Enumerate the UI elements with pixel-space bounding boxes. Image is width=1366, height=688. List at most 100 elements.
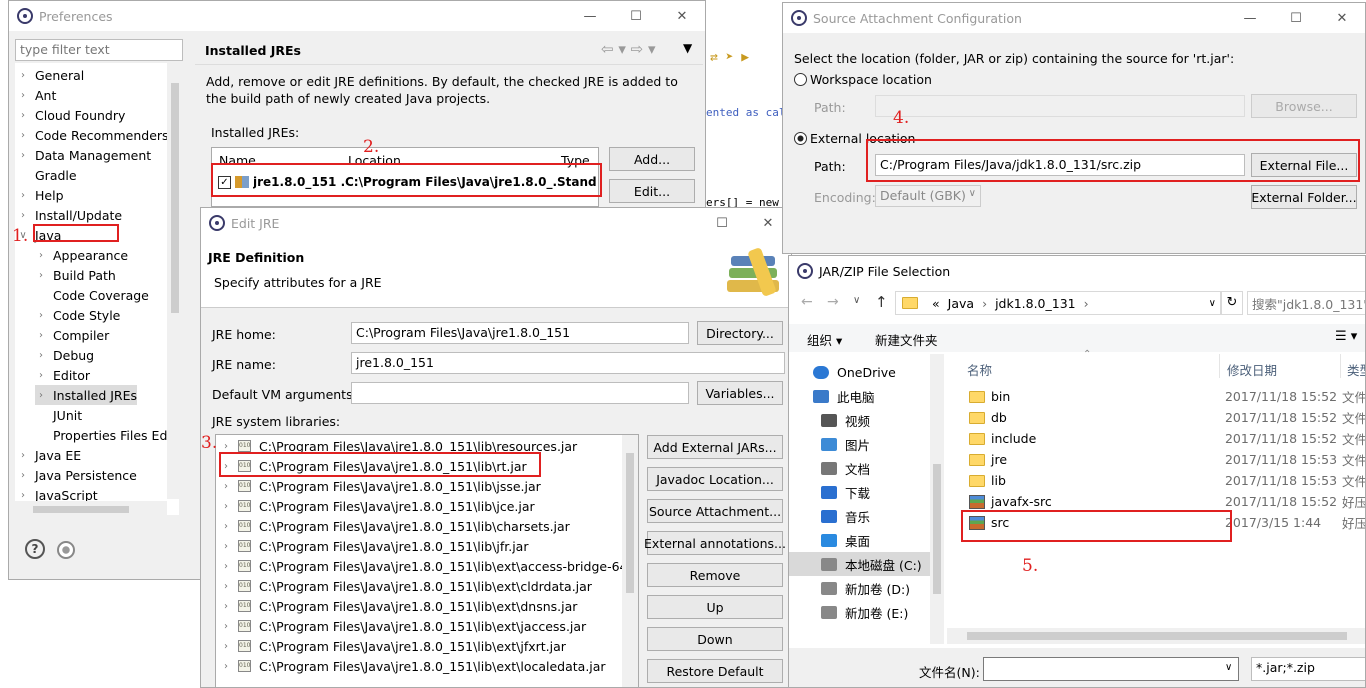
tree-item[interactable]: › Java Persistence [17,465,137,485]
add-jre-button[interactable]: Add... [609,147,695,171]
restore-default-button[interactable]: Restore Default [647,659,783,683]
tree-item[interactable]: › Install/Update [17,205,122,225]
chevron-right-icon[interactable]: › [17,210,29,221]
col-name-header[interactable]: 名称 [967,360,992,379]
path-box[interactable]: « Java › jdk1.8.0_131 › ∨ [895,291,1221,315]
nav-item[interactable]: 新加卷 (D:) [821,576,910,600]
chevron-right-icon[interactable]: › [35,330,47,341]
tree-item[interactable]: › Debug [35,345,94,365]
tree-item[interactable]: › General [17,65,84,85]
chevron-right-icon[interactable]: › [17,470,29,481]
nav-vscroll-thumb[interactable] [933,464,941,594]
external-radio[interactable] [794,132,807,145]
maximize-icon[interactable]: ☐ [699,208,745,238]
remove-button[interactable]: Remove [647,563,783,587]
help-icon[interactable]: ? [25,539,45,559]
nav-item[interactable]: 视频 [821,408,870,432]
external-folder-button[interactable]: External Folder... [1251,185,1357,209]
tree-item[interactable]: JUnit [35,405,82,425]
chevron-right-icon[interactable]: › [17,190,29,201]
nav-item[interactable]: 下载 [821,480,870,504]
variables-button[interactable]: Variables... [697,381,783,405]
nav-arrows-icon[interactable]: ⇦ ▾ ⇨ ▾ [601,40,656,58]
library-item[interactable]: › C:\Program Files\Java\jre1.8.0_151\lib\… [220,496,535,516]
chevron-right-icon[interactable]: › [35,390,47,401]
chevron-right-icon[interactable]: › [220,561,232,572]
file-type-filter[interactable]: *.jar;*.zip [1251,657,1365,681]
chevron-right-icon[interactable]: › [17,450,29,461]
search-input[interactable]: 搜索"jdk1.8.0_131" [1247,291,1365,315]
tree-item[interactable]: › Data Management [17,145,151,165]
nav-vscrollbar[interactable] [930,354,944,644]
tree-item[interactable]: › Java EE [17,445,81,465]
library-item[interactable]: › C:\Program Files\Java\jre1.8.0_151\lib\… [220,576,592,596]
library-item[interactable]: › C:\Program Files\Java\jre1.8.0_151\lib\… [220,596,577,616]
tree-item[interactable]: Gradle [17,165,77,185]
chevron-right-icon[interactable]: › [17,70,29,81]
nav-item[interactable]: 此电脑 [813,384,875,408]
chevron-right-icon[interactable]: › [17,150,29,161]
external-annotations-button[interactable]: External annotations... [644,531,786,555]
tree-item[interactable]: › Editor [35,365,90,385]
chevron-down-icon[interactable]: ∨ [1209,298,1216,309]
chevron-right-icon[interactable]: › [35,350,47,361]
filter-input[interactable]: type filter text [15,39,183,61]
up-icon[interactable]: ↑ [875,293,888,311]
col-date-header[interactable]: 修改日期 [1227,360,1277,379]
add-external-jars-button[interactable]: Add External JARs... [647,435,783,459]
file-row[interactable]: db 2017/11/18 15:52 文件 [947,407,1365,428]
edit-jre-button[interactable]: Edit... [609,179,695,203]
libs-vscrollbar[interactable] [622,435,638,687]
minimize-icon[interactable]: — [1227,3,1273,33]
tree-item[interactable]: Properties Files Ed [35,425,167,445]
directory-button[interactable]: Directory... [697,321,783,345]
nav-item[interactable]: 新加卷 (E:) [821,600,908,624]
new-folder-button[interactable]: 新建文件夹 [875,330,938,349]
tree-item[interactable]: › Ant [17,85,56,105]
tree-item[interactable]: › Help [17,185,64,205]
nav-item[interactable]: OneDrive [813,360,896,384]
chevron-down-icon[interactable]: ∨ [1225,662,1232,673]
tree-item[interactable]: › Appearance [35,245,128,265]
organize-menu[interactable]: 组织 ▾ [807,330,842,349]
chevron-right-icon[interactable]: › [220,621,232,632]
file-row[interactable]: lib 2017/11/18 15:53 文件 [947,470,1365,491]
nav-item[interactable]: 音乐 [821,504,870,528]
tree-hscrollbar[interactable] [15,501,167,517]
file-hscroll-thumb[interactable] [967,632,1347,640]
view-menu-icon[interactable]: ▼ [683,41,692,55]
javadoc-location-button[interactable]: Javadoc Location... [647,467,783,491]
minimize-icon[interactable]: — [567,1,613,31]
chevron-right-icon[interactable]: › [220,481,232,492]
tree-vscrollbar[interactable] [167,63,183,499]
nav-item[interactable]: 文档 [821,456,870,480]
forward-icon[interactable]: → [827,294,839,310]
filename-input[interactable] [983,657,1239,681]
tree-item[interactable]: › Installed JREs [35,385,138,405]
chevron-right-icon[interactable]: › [220,601,232,612]
col-type-header[interactable]: 类型 [1347,360,1365,379]
chevron-right-icon[interactable]: › [35,310,47,321]
jre-name-input[interactable]: jre1.8.0_151 [351,352,785,374]
file-hscrollbar[interactable] [947,628,1365,644]
libs-vscroll-thumb[interactable] [626,453,634,593]
chevron-right-icon[interactable]: › [35,270,47,281]
tree-item[interactable]: Code Coverage [35,285,149,305]
tree-item[interactable]: › Code Recommenders [17,125,169,145]
workspace-radio[interactable] [794,73,807,86]
chevron-right-icon[interactable]: › [220,441,232,452]
file-row[interactable]: include 2017/11/18 15:52 文件 [947,428,1365,449]
close-icon[interactable]: ✕ [1319,3,1365,33]
tree-item[interactable]: › Code Style [35,305,120,325]
file-row[interactable]: jre 2017/11/18 15:53 文件 [947,449,1365,470]
chevron-right-icon[interactable]: › [220,661,232,672]
chevron-right-icon[interactable]: › [17,110,29,121]
nav-item[interactable]: 图片 [821,432,870,456]
chevron-right-icon[interactable]: › [17,130,29,141]
record-icon[interactable] [57,541,75,559]
nav-item[interactable]: 桌面 [821,528,870,552]
library-item[interactable]: › C:\Program Files\Java\jre1.8.0_151\lib\… [220,536,528,556]
maximize-icon[interactable]: ☐ [613,1,659,31]
jre-home-input[interactable]: C:\Program Files\Java\jre1.8.0_151 [351,322,689,344]
up-button[interactable]: Up [647,595,783,619]
